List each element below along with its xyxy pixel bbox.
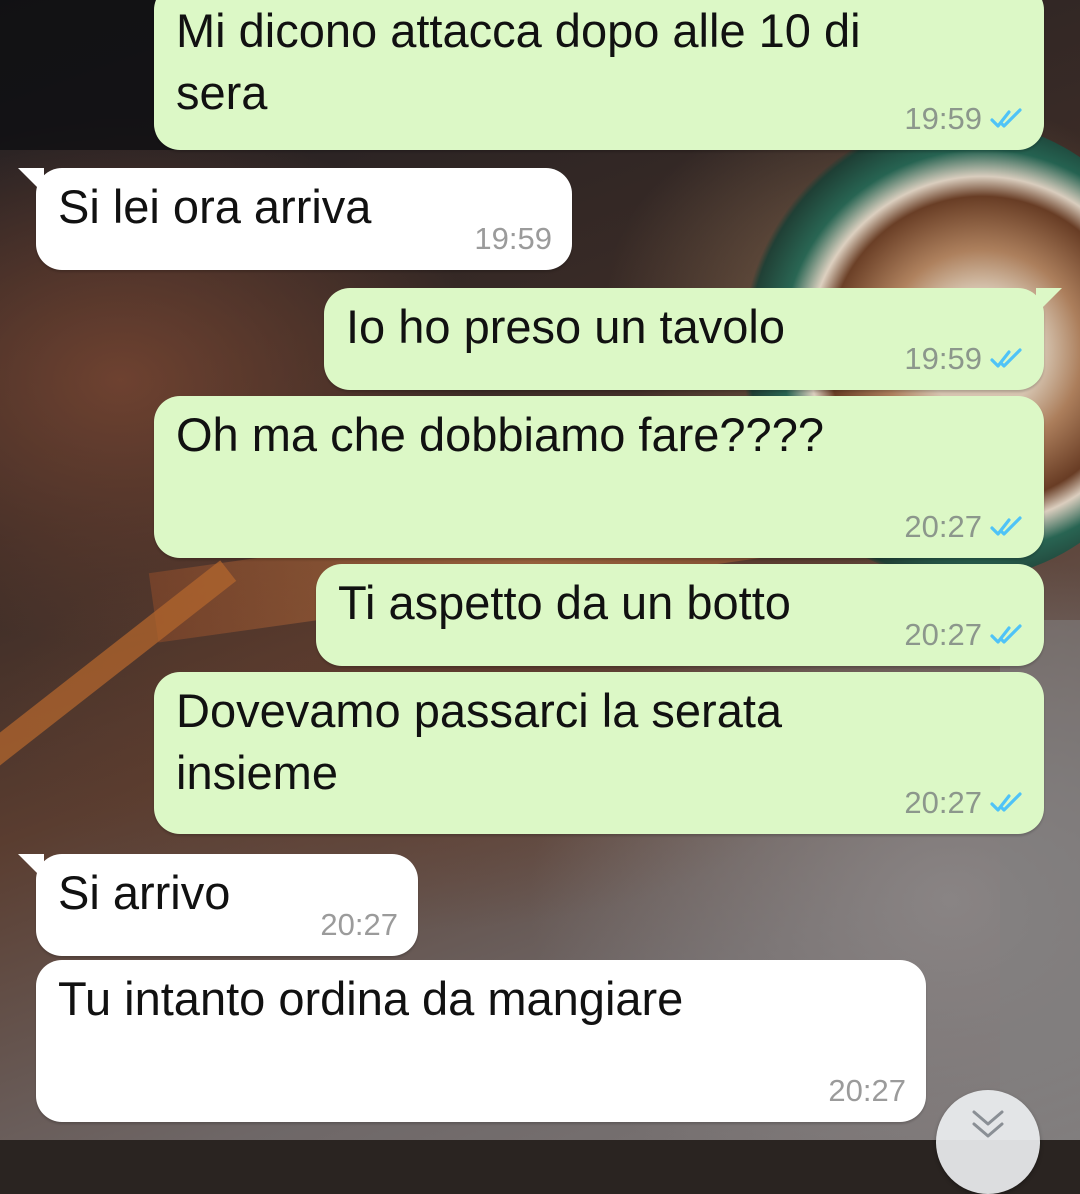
outgoing-message[interactable]: Oh ma che dobbiamo fare???? 20:27 — [154, 396, 1044, 558]
outgoing-message[interactable]: Dovevamo passarci la serata insieme 20:2… — [154, 672, 1044, 834]
outgoing-message[interactable]: Ti aspetto da un botto 20:27 — [316, 564, 1044, 666]
message-time: 19:59 — [904, 101, 982, 136]
double-check-icon — [990, 792, 1022, 812]
message-text: Dovevamo passarci la serata insieme — [176, 684, 783, 799]
message-meta: 20:27 — [828, 1074, 906, 1108]
message-text: Mi dicono attacca dopo alle 10 di sera — [176, 4, 861, 119]
double-check-icon — [990, 348, 1022, 368]
outgoing-message[interactable]: Io ho preso un tavolo 19:59 — [324, 288, 1062, 390]
incoming-message[interactable]: Si lei ora arriva 19:59 — [18, 168, 572, 270]
incoming-message[interactable]: Si arrivo 20:27 — [18, 854, 418, 956]
message-text: Tu intanto ordina da mangiare — [58, 972, 684, 1025]
message-list[interactable]: Mi dicono attacca dopo alle 10 di sera 1… — [0, 0, 1080, 1140]
message-time: 19:59 — [474, 221, 552, 256]
double-check-icon — [990, 108, 1022, 128]
message-time: 20:27 — [828, 1073, 906, 1108]
message-time: 20:27 — [904, 785, 982, 820]
double-check-icon — [990, 624, 1022, 644]
message-meta: 19:59 — [474, 222, 552, 256]
message-meta: 19:59 — [904, 342, 1024, 376]
outgoing-message[interactable]: Mi dicono attacca dopo alle 10 di sera 1… — [154, 0, 1044, 150]
double-chevron-down-icon — [972, 1110, 1004, 1138]
message-meta: 20:27 — [904, 618, 1024, 652]
message-time: 20:27 — [320, 907, 398, 942]
double-check-icon — [990, 516, 1022, 536]
message-meta: 20:27 — [904, 786, 1024, 820]
message-time: 20:27 — [904, 509, 982, 544]
incoming-message[interactable]: Tu intanto ordina da mangiare 20:27 — [36, 960, 926, 1122]
message-time: 19:59 — [904, 341, 982, 376]
message-text: Oh ma che dobbiamo fare???? — [176, 408, 824, 461]
message-meta: 20:27 — [904, 510, 1024, 544]
scroll-to-bottom-button[interactable] — [936, 1090, 1040, 1194]
message-time: 20:27 — [904, 617, 982, 652]
message-meta: 19:59 — [904, 102, 1024, 136]
message-meta: 20:27 — [320, 908, 398, 942]
